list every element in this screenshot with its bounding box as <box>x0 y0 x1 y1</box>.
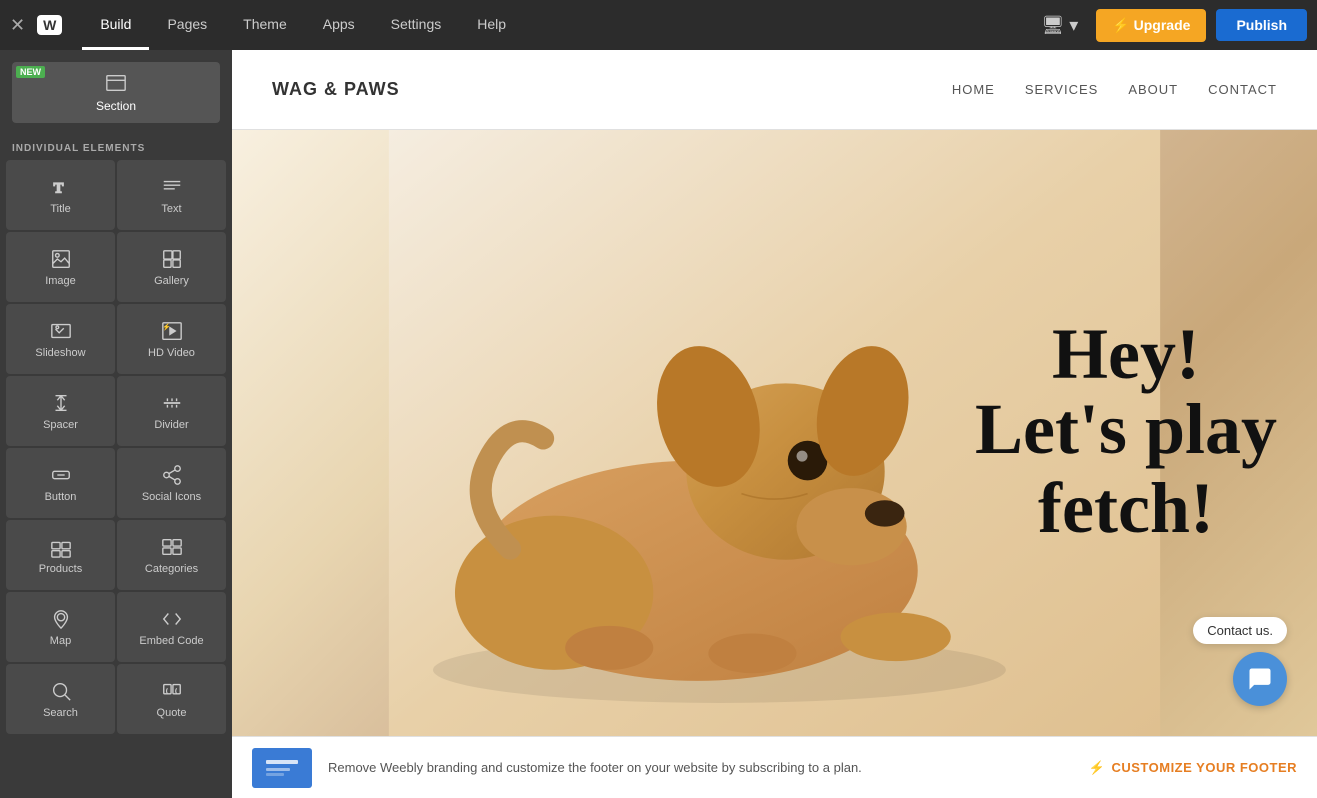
upgrade-button[interactable]: ⚡ Upgrade <box>1096 9 1206 42</box>
nav-help[interactable]: Help <box>459 0 524 50</box>
device-selector[interactable]: 🖥 ▾ <box>1033 15 1086 36</box>
categories-icon <box>161 536 183 558</box>
hero-line2: Let's playfetch! <box>975 390 1277 548</box>
title-icon: T <box>50 176 72 198</box>
site-logo: WAG & PAWS <box>272 79 400 100</box>
nav-apps[interactable]: Apps <box>305 0 373 50</box>
categories-label: Categories <box>145 563 198 575</box>
image-label: Image <box>45 275 76 287</box>
new-badge: NEW <box>16 66 45 78</box>
sidebar-item-button[interactable]: Button <box>6 448 115 518</box>
sidebar-item-divider[interactable]: Divider <box>117 376 226 446</box>
sidebar-item-quote[interactable]: Quote <box>117 664 226 734</box>
sidebar: NEW Section INDIVIDUAL ELEMENTS T Title <box>0 50 232 798</box>
svg-text:T: T <box>53 180 63 196</box>
chat-icon <box>1246 665 1274 693</box>
sidebar-item-image[interactable]: Image <box>6 232 115 302</box>
embed-icon <box>161 608 183 630</box>
sidebar-item-map[interactable]: Map <box>6 592 115 662</box>
spacer-icon <box>50 392 72 414</box>
sidebar-item-social[interactable]: Social Icons <box>117 448 226 518</box>
canvas: WAG & PAWS HOME SERVICES ABOUT CONTACT <box>232 50 1317 798</box>
gallery-label: Gallery <box>154 275 189 287</box>
footer-banner: Remove Weebly branding and customize the… <box>232 736 1317 798</box>
banner-preview-icon <box>262 754 302 782</box>
sidebar-item-spacer[interactable]: Spacer <box>6 376 115 446</box>
site-nav-home[interactable]: HOME <box>952 82 995 97</box>
contact-bubble-wrap: Contact us. <box>1193 617 1287 706</box>
publish-button[interactable]: Publish <box>1216 9 1307 41</box>
button-label: Button <box>45 491 77 503</box>
products-icon <box>50 536 72 558</box>
search-label: Search <box>43 707 78 719</box>
footer-banner-text: Remove Weebly branding and customize the… <box>328 760 1073 775</box>
text-icon <box>161 176 183 198</box>
site-nav-services[interactable]: SERVICES <box>1025 82 1099 97</box>
close-button[interactable]: ✕ <box>10 15 25 36</box>
sidebar-item-text[interactable]: Text <box>117 160 226 230</box>
section-icon <box>105 72 127 94</box>
footer-banner-image <box>252 748 312 788</box>
nav-settings[interactable]: Settings <box>373 0 460 50</box>
sidebar-item-title[interactable]: T Title <box>6 160 115 230</box>
sidebar-item-embed[interactable]: Embed Code <box>117 592 226 662</box>
map-label: Map <box>50 635 71 647</box>
divider-label: Divider <box>154 419 188 431</box>
sidebar-item-gallery[interactable]: Gallery <box>117 232 226 302</box>
hero-text: Hey! Let's playfetch! <box>975 318 1277 548</box>
website-frame: WAG & PAWS HOME SERVICES ABOUT CONTACT <box>232 50 1317 798</box>
nav-pages[interactable]: Pages <box>149 0 225 50</box>
site-header: WAG & PAWS HOME SERVICES ABOUT CONTACT <box>232 50 1317 130</box>
embed-label: Embed Code <box>139 635 203 647</box>
weebly-logo: W <box>37 15 62 35</box>
cta-label: CUSTOMIZE YOUR FOOTER <box>1111 760 1297 775</box>
site-nav-about[interactable]: ABOUT <box>1128 82 1178 97</box>
text-label: Text <box>161 203 181 215</box>
social-label: Social Icons <box>142 491 201 503</box>
hdvideo-label: HD Video <box>148 347 195 359</box>
social-icon <box>161 464 183 486</box>
lightning-icon: ⚡ <box>1089 760 1106 776</box>
topbar: ✕ W Build Pages Theme Apps Settings Help… <box>0 0 1317 50</box>
elements-grid: T Title Text Image <box>0 158 232 736</box>
title-label: Title <box>50 203 70 215</box>
sidebar-item-hdvideo[interactable]: ⚡ HD Video <box>117 304 226 374</box>
section-label: Section <box>96 99 136 113</box>
contact-label: Contact us. <box>1193 617 1287 644</box>
button-icon <box>50 464 72 486</box>
search-icon <box>50 680 72 702</box>
gallery-icon <box>161 248 183 270</box>
hero-section: Hey! Let's playfetch! Contact us. <box>232 130 1317 736</box>
products-label: Products <box>39 563 82 575</box>
customize-footer-link[interactable]: ⚡ CUSTOMIZE YOUR FOOTER <box>1089 760 1297 776</box>
sidebar-item-slideshow[interactable]: Slideshow <box>6 304 115 374</box>
slideshow-label: Slideshow <box>35 347 85 359</box>
slideshow-icon <box>50 320 72 342</box>
section-button[interactable]: NEW Section <box>12 62 220 123</box>
site-nav-contact[interactable]: CONTACT <box>1208 82 1277 97</box>
sidebar-item-products[interactable]: Products <box>6 520 115 590</box>
quote-icon <box>161 680 183 702</box>
hdvideo-icon: ⚡ <box>161 320 183 342</box>
nav-build[interactable]: Build <box>82 0 149 50</box>
svg-text:⚡: ⚡ <box>162 323 170 331</box>
quote-label: Quote <box>157 707 187 719</box>
main-area: NEW Section INDIVIDUAL ELEMENTS T Title <box>0 50 1317 798</box>
contact-icon-button[interactable] <box>1233 652 1287 706</box>
spacer-label: Spacer <box>43 419 78 431</box>
topbar-right: 🖥 ▾ ⚡ Upgrade Publish <box>1033 9 1307 42</box>
map-icon <box>50 608 72 630</box>
site-nav: HOME SERVICES ABOUT CONTACT <box>952 82 1277 97</box>
divider-icon <box>161 392 183 414</box>
topbar-nav: Build Pages Theme Apps Settings Help <box>82 0 1033 50</box>
elements-heading: INDIVIDUAL ELEMENTS <box>0 135 232 158</box>
sidebar-item-categories[interactable]: Categories <box>117 520 226 590</box>
sidebar-item-search[interactable]: Search <box>6 664 115 734</box>
hero-line1: Hey! <box>975 318 1277 390</box>
image-icon <box>50 248 72 270</box>
nav-theme[interactable]: Theme <box>225 0 305 50</box>
